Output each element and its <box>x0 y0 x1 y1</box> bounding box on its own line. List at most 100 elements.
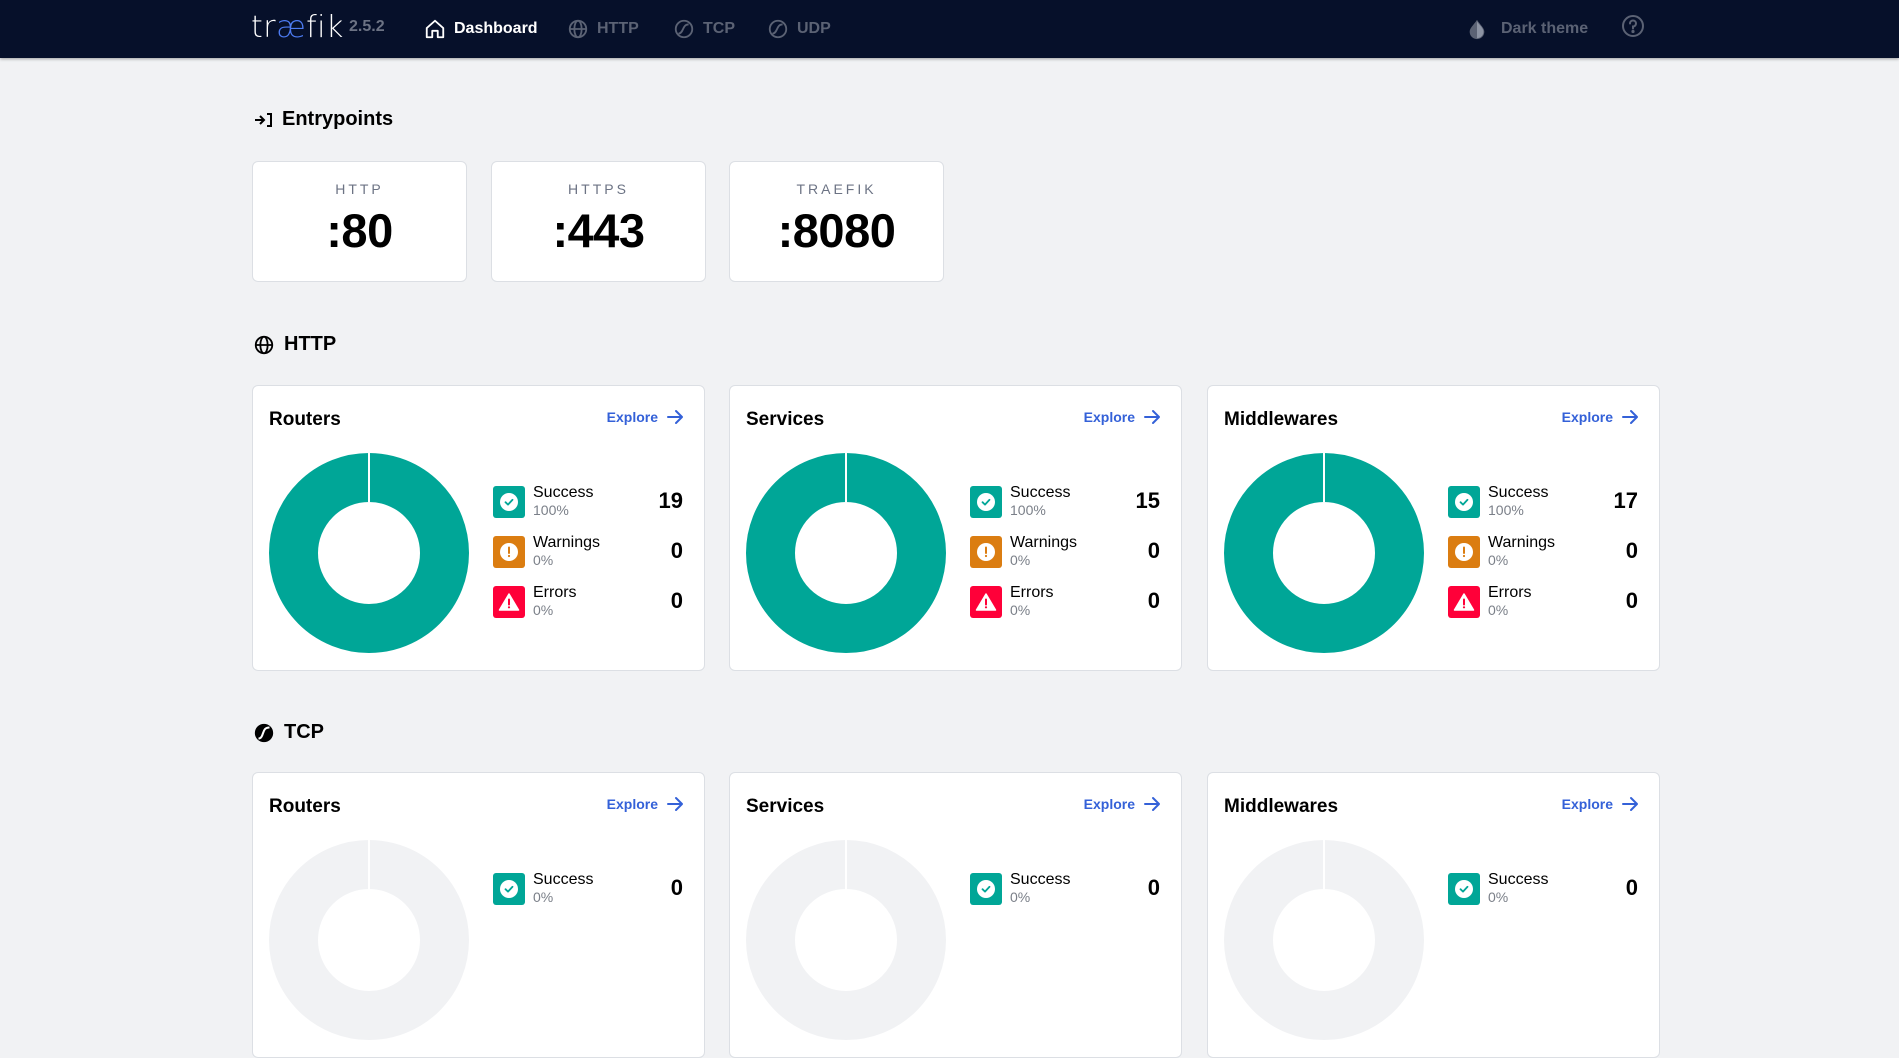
tcp-middlewares-card: Middlewares Explore Success 0% 0 <box>1207 772 1660 1058</box>
success-check-icon <box>970 486 1002 518</box>
arrow-right-icon <box>1143 796 1161 812</box>
tcp-icon <box>253 722 275 744</box>
legend-percent: 0% <box>533 602 554 618</box>
arrow-right-icon <box>1621 409 1639 425</box>
card-title: Middlewares <box>1224 409 1339 430</box>
home-icon <box>424 18 446 40</box>
entrypoint-name: HTTPS <box>568 181 629 197</box>
entrypoints-section-title: Entrypoints <box>253 108 393 131</box>
status-legend: Success 0% 0 <box>970 871 1160 923</box>
legend-percent: 0% <box>1010 552 1031 568</box>
entrypoint-arrow-icon <box>253 111 273 129</box>
http-section-title: HTTP <box>253 333 336 356</box>
explore-link[interactable]: Explore <box>607 409 684 425</box>
globe-icon <box>253 334 275 356</box>
legend-count: 0 <box>1147 588 1160 613</box>
nav-dashboard[interactable]: Dashboard <box>424 0 538 58</box>
card-title: Services <box>746 796 825 817</box>
http-title: HTTP <box>284 333 337 355</box>
explore-link[interactable]: Explore <box>1562 409 1639 425</box>
legend-label: Errors <box>1488 584 1532 601</box>
status-donut-chart <box>269 840 469 1040</box>
status-donut-chart <box>746 840 946 1040</box>
legend-percent: 0% <box>1488 889 1509 905</box>
explore-label: Explore <box>1083 796 1135 812</box>
dark-theme-toggle[interactable]: Dark theme <box>1467 0 1588 58</box>
status-donut-chart <box>269 453 469 653</box>
top-navbar: træfik 2.5.2 Dashboard HTTP TCP UDP Dark… <box>0 0 1899 58</box>
success-check-icon <box>493 486 525 518</box>
help-button[interactable] <box>1621 14 1645 43</box>
error-triangle-icon <box>493 586 525 618</box>
legend-row-error: Errors 0% 0 <box>970 584 1160 636</box>
status-legend: Success 100% 19 Warnings 0% 0 Errors 0% 0 <box>493 484 683 636</box>
tcp-routers-card: Routers Explore Success 0% 0 <box>252 772 705 1058</box>
card-title: Middlewares <box>1224 796 1339 817</box>
legend-count: 0 <box>1625 588 1638 613</box>
success-check-icon <box>1448 486 1480 518</box>
traefik-logo[interactable]: træfik <box>251 10 344 45</box>
success-check-icon <box>970 873 1002 905</box>
legend-row-success: Success 100% 17 <box>1448 484 1638 536</box>
legend-label: Errors <box>533 584 577 601</box>
entrypoint-port: :8080 <box>777 204 896 257</box>
tcp-icon <box>673 18 695 40</box>
http-routers-card: Routers Explore Success 100% 19 Warnings 0% 0 Er… <box>252 385 705 671</box>
explore-label: Explore <box>606 409 658 425</box>
legend-row-success: Success 0% 0 <box>970 871 1160 923</box>
legend-count: 0 <box>1625 538 1638 563</box>
card-title: Services <box>746 409 825 430</box>
legend-row-warning: Warnings 0% 0 <box>493 534 683 586</box>
explore-link[interactable]: Explore <box>1084 796 1161 812</box>
arrow-right-icon <box>666 796 684 812</box>
legend-count: 0 <box>1147 875 1160 900</box>
status-donut-chart <box>746 453 946 653</box>
warning-exclamation-icon <box>1448 536 1480 568</box>
nav-udp-label: UDP <box>797 20 831 37</box>
card-title: Routers <box>269 409 341 430</box>
explore-label: Explore <box>1561 796 1613 812</box>
legend-label: Success <box>1010 484 1071 501</box>
explore-link[interactable]: Explore <box>1084 409 1161 425</box>
explore-link[interactable]: Explore <box>1562 796 1639 812</box>
tcp-title: TCP <box>284 721 324 743</box>
nav-tcp[interactable]: TCP <box>673 0 735 58</box>
status-legend: Success 100% 17 Warnings 0% 0 Errors 0% 0 <box>1448 484 1638 636</box>
dark-theme-label: Dark theme <box>1501 20 1589 37</box>
entrypoint-card-https: HTTPS :443 <box>491 161 706 282</box>
legend-count: 19 <box>658 488 683 513</box>
legend-percent: 100% <box>533 502 569 518</box>
legend-percent: 0% <box>533 889 554 905</box>
logo-text-accent: æ <box>276 10 307 45</box>
legend-label: Success <box>1488 484 1549 501</box>
explore-label: Explore <box>606 796 658 812</box>
http-middlewares-card: Middlewares Explore Success 100% 17 Warnings 0… <box>1207 385 1660 671</box>
explore-link[interactable]: Explore <box>607 796 684 812</box>
help-circle-icon <box>1621 15 1645 42</box>
logo-text-post: fik <box>306 10 344 45</box>
legend-percent: 100% <box>1488 502 1524 518</box>
legend-count: 0 <box>670 875 683 900</box>
card-title: Routers <box>269 796 341 817</box>
legend-row-success: Success 0% 0 <box>493 871 683 923</box>
legend-percent: 0% <box>1010 889 1031 905</box>
legend-label: Warnings <box>1488 534 1555 551</box>
legend-percent: 0% <box>533 552 554 568</box>
version-label: 2.5.2 <box>349 18 385 35</box>
nav-http[interactable]: HTTP <box>567 0 639 58</box>
status-donut-chart <box>1224 453 1424 653</box>
udp-icon <box>767 18 789 40</box>
legend-count: 0 <box>1625 875 1638 900</box>
entrypoint-card-http: HTTP :80 <box>252 161 467 282</box>
legend-percent: 0% <box>1488 602 1509 618</box>
entrypoint-name: HTTP <box>335 181 384 197</box>
legend-percent: 100% <box>1010 502 1046 518</box>
tcp-services-card: Services Explore Success 0% 0 <box>729 772 1182 1058</box>
status-legend: Success 100% 15 Warnings 0% 0 Errors 0% 0 <box>970 484 1160 636</box>
legend-count: 0 <box>670 538 683 563</box>
theme-drop-icon <box>1467 18 1487 40</box>
nav-udp[interactable]: UDP <box>767 0 831 58</box>
success-check-icon <box>1448 873 1480 905</box>
success-check-icon <box>493 873 525 905</box>
entrypoint-card-traefik: TRAEFIK :8080 <box>729 161 944 282</box>
